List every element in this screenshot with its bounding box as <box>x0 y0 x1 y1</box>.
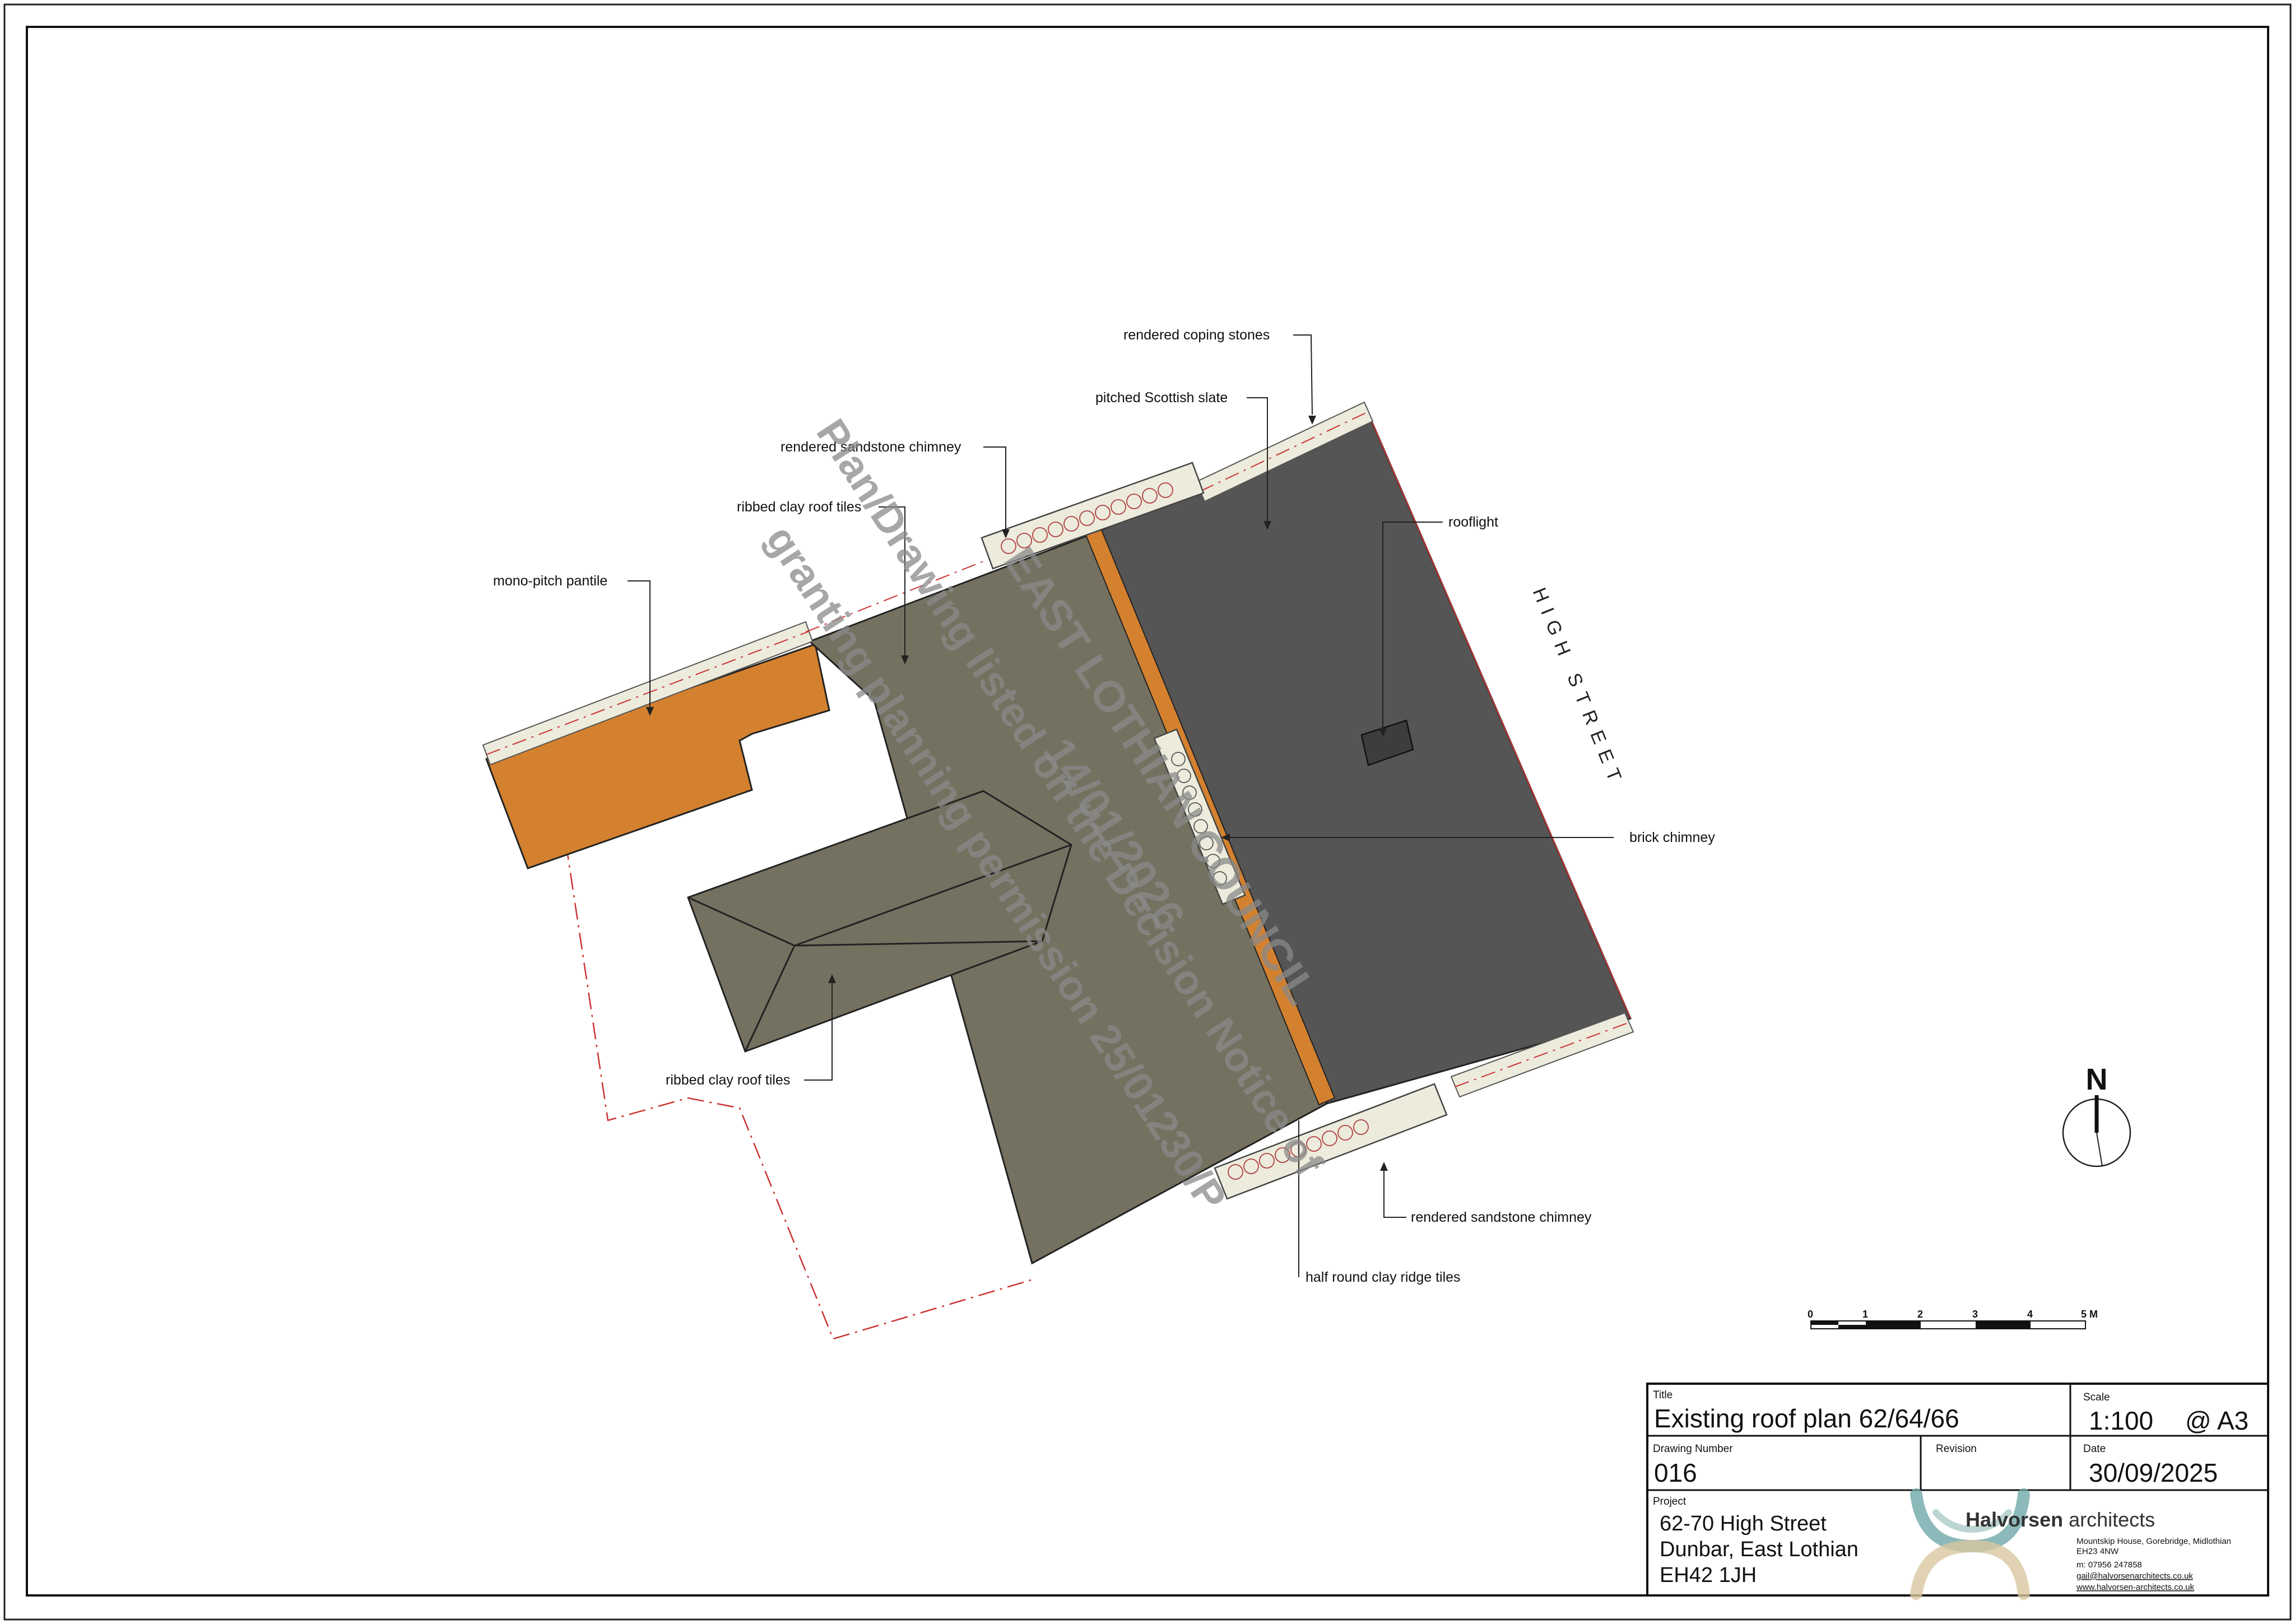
firm-name-rest: architects <box>2063 1508 2155 1531</box>
firm-website[interactable]: www.halvorsen-architects.co.uk <box>2076 1583 2195 1592</box>
project-line-3: EH42 1JH <box>1660 1563 1757 1587</box>
paper-size: @ A3 <box>2185 1406 2248 1435</box>
roof-plan <box>482 401 1634 1340</box>
scale-tick-0: 0 <box>1808 1309 1813 1320</box>
label-rendered-sandstone-chimney-bottom: rendered sandstone chimney <box>1411 1209 1592 1225</box>
drawing-title: Existing roof plan 62/64/66 <box>1654 1404 1959 1433</box>
scale-caption: Scale <box>2083 1392 2110 1403</box>
scale-bar: 0 1 2 3 4 5 M <box>1808 1309 2098 1329</box>
project-line-1: 62-70 High Street <box>1660 1512 1827 1535</box>
scale-tick-4: 4 <box>2027 1309 2033 1320</box>
scale-value: 1:100 <box>2089 1406 2153 1435</box>
date-value: 30/09/2025 <box>2089 1458 2218 1487</box>
label-brick-chimney: brick chimney <box>1629 830 1715 845</box>
scale-tick-2: 2 <box>1917 1309 1923 1320</box>
project-line-2: Dunbar, East Lothian <box>1660 1538 1859 1561</box>
firm-name-bold: Halvorsen <box>1966 1508 2063 1531</box>
title-block: Title Existing roof plan 62/64/66 Scale … <box>1646 1383 2269 1600</box>
firm-address-line-2: EH23 4NW <box>2076 1547 2119 1556</box>
date-caption: Date <box>2083 1443 2106 1455</box>
label-half-round-clay-ridge-tiles: half round clay ridge tiles <box>1306 1269 1461 1285</box>
street-name-label: HIGH STREET <box>1529 585 1629 792</box>
label-mono-pitch-pantile: mono-pitch pantile <box>493 573 607 589</box>
firm-address-line-1: Mountskip House, Gorebridge, Midlothian <box>2076 1537 2231 1546</box>
scale-tick-1: 1 <box>1862 1309 1868 1320</box>
label-rooflight: rooflight <box>1448 514 1498 530</box>
label-pitched-scottish-slate: pitched Scottish slate <box>1095 390 1228 406</box>
revision-caption: Revision <box>1936 1443 1977 1455</box>
north-arrow: N <box>2062 1063 2131 1167</box>
north-label: N <box>2086 1063 2108 1096</box>
scale-tick-3: 3 <box>1972 1309 1978 1320</box>
title-caption: Title <box>1653 1389 1673 1401</box>
label-ribbed-clay-roof-tiles-top: ribbed clay roof tiles <box>737 499 861 515</box>
drawing-number-caption: Drawing Number <box>1653 1443 1733 1455</box>
firm-email[interactable]: gail@halvorsenarchitects.co.uk <box>2076 1571 2193 1581</box>
firm-name: Halvorsen architects <box>1966 1508 2155 1531</box>
scale-tick-5: 5 M <box>2081 1309 2098 1320</box>
drawing-sheet: rendered coping stones pitched Scottish … <box>3 3 2292 1621</box>
firm-phone: m: 07956 247858 <box>2076 1560 2142 1570</box>
label-rendered-coping-stones: rendered coping stones <box>1123 327 1270 343</box>
project-caption: Project <box>1653 1496 1687 1507</box>
drawing-number: 016 <box>1654 1458 1697 1487</box>
label-ribbed-clay-roof-tiles-bottom: ribbed clay roof tiles <box>666 1072 790 1088</box>
